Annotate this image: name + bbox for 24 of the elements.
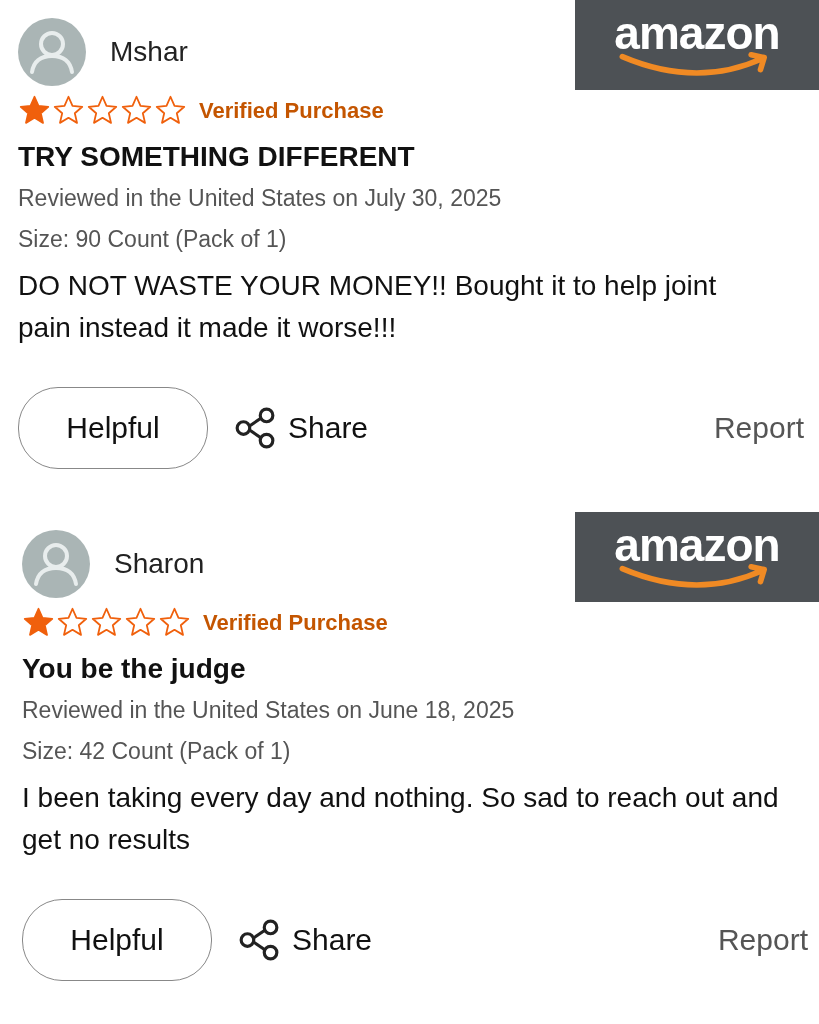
review-date: Reviewed in the United States on July 30, 2025 [18,185,503,212]
avatar-icon [22,530,90,598]
product-size: Size: 90 Count (Pack of 1) [18,226,288,253]
avatar-icon [18,18,86,86]
review-body: DO NOT WASTE YOUR MONEY!! Bought it to help joint pain instead it made it worse!!! [18,269,718,345]
report-link[interactable]: Report [717,923,808,957]
review-title: You be the judge [22,653,247,685]
share-link[interactable]: Share [288,411,369,445]
share-icon[interactable] [238,919,280,961]
review-body: I been taking every day and nothing. So sad to reach out and get no results [22,781,780,857]
share-icon[interactable] [234,407,276,449]
share-link[interactable]: Share [292,923,373,957]
review-date: Reviewed in the United States on June 18, 2025 [22,697,516,724]
reviewer-name: Sharon [114,548,205,580]
review-title: TRY SOMETHING DIFFERENT [18,141,416,173]
product-size: Size: 42 Count (Pack of 1) [22,738,292,765]
report-link[interactable]: Report [713,411,804,445]
brand-logo: amazon [575,512,819,602]
helpful-button[interactable]: Helpful [22,899,212,981]
helpful-button[interactable]: Helpful [18,387,208,469]
reviewer-name: Mshar [110,36,188,68]
brand-logo: amazon [575,0,819,90]
verified-purchase-label: Verified Purchase [199,97,384,124]
verified-purchase-label: Verified Purchase [203,609,388,636]
